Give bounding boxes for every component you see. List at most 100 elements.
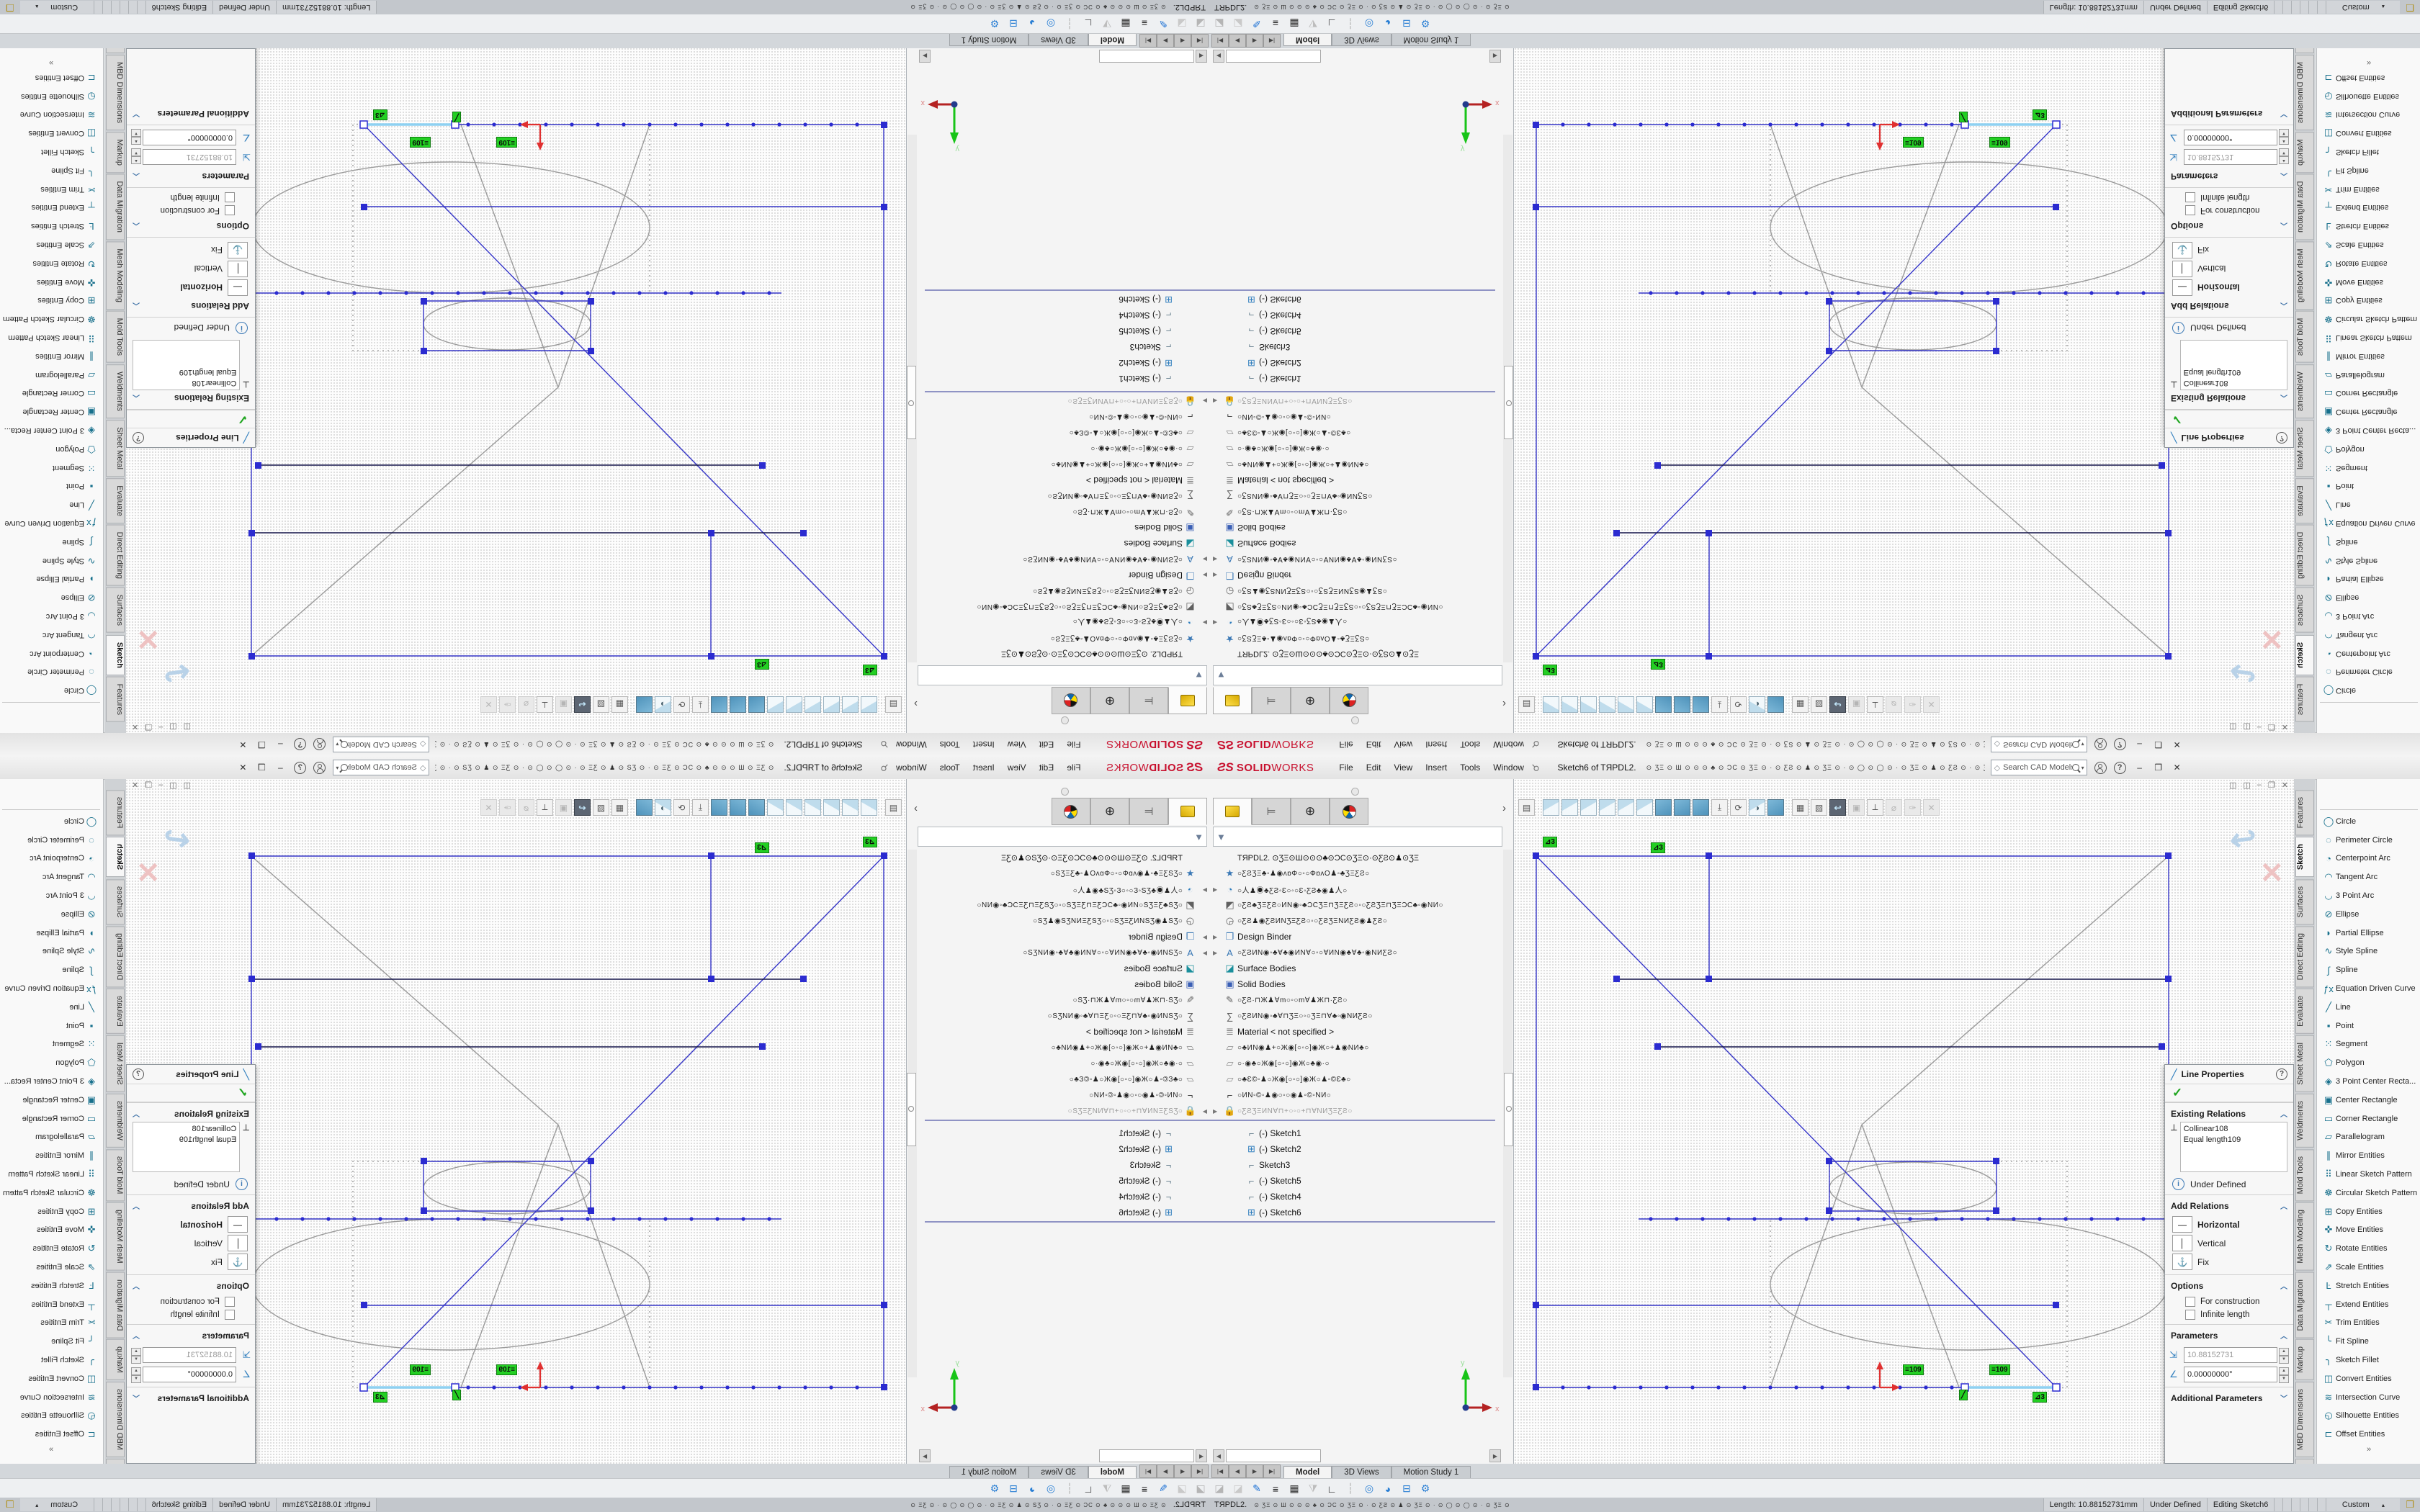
help-icon[interactable]: ? — [294, 762, 306, 774]
tree-row[interactable]: ▣ Solid Bodies — [1210, 976, 1501, 992]
tree-row[interactable]: TЯPDL2. ⊙ƷΞ⊙Ш⊙⊙⊙♣⊙ƆC⊙ƷΞ⊙·⊙ƸƧ⊙♟⊙ƷΞ — [1210, 850, 1501, 865]
menu-item[interactable]: Tools — [933, 760, 967, 775]
expand-arrow-icon[interactable]: ▶ — [1213, 572, 1222, 579]
tree-row[interactable]: ∑ ○ƸƧИN◉◦♣∀⊓ƷΞ○◦○ƷΞ⊓∀♣◦◉NИƸƧ○ — [919, 488, 1210, 504]
expand-arrow-icon[interactable]: ▶ — [1198, 1108, 1207, 1115]
relation-badge[interactable]: ╱ — [452, 1390, 461, 1400]
restore-button[interactable]: ❐ — [252, 762, 271, 773]
tool-button[interactable]: ⬠ Polygon — [0, 1053, 103, 1072]
tool-button[interactable]: ╱ Line — [2317, 998, 2420, 1017]
menu-item[interactable]: Edit — [1033, 760, 1061, 775]
tool-button[interactable]: ◈ 3 Point Center Recta... — [2317, 1072, 2420, 1091]
command-tab[interactable]: Markup — [2295, 1339, 2314, 1380]
doc-window-button[interactable]: ◫ — [2229, 780, 2236, 790]
tree-row[interactable]: ▶ A ○ƸƧИN◉◦♣∀♣◉ИN∀○◦○∀ИN◉♣∀♣◦◉NИƸƧ○ — [919, 552, 1210, 567]
tree-row[interactable]: ▶ ◔ ○人♟◉♣ƸƧ◦Ɛ○◦○Ɛ◦ƸƧ♣◉♟人○ — [1210, 881, 1501, 897]
view-toolbar-icon[interactable]: ⟳ — [673, 696, 690, 713]
angle-spinner[interactable]: ▲▼ — [131, 130, 141, 145]
tree-row[interactable]: ⌐ (-) Sketch4 — [919, 1189, 1210, 1205]
markup-icon[interactable]: ∟ — [1322, 18, 1341, 30]
tool-button[interactable]: ▭ Corner Rectangle — [0, 384, 103, 402]
view-toolbar-icon[interactable] — [861, 799, 877, 816]
tool-button[interactable]: ╮ Sketch Fillet — [2317, 1351, 2420, 1369]
tool-button[interactable]: ↻ Rotate Entities — [0, 1239, 103, 1258]
additional-parameters-header[interactable]: Additional Parameters﹀ — [127, 1387, 255, 1406]
relation-item[interactable]: Collinear108 — [2184, 1124, 2284, 1135]
command-tab[interactable]: Data Migration — [2295, 1272, 2314, 1338]
view-toolbar-icon[interactable] — [1599, 696, 1615, 713]
length-spinner[interactable]: ▲▼ — [131, 1348, 141, 1362]
tree-row[interactable]: ▶ ◔ ○人♟◉♣ƸƧ◦Ɛ○◦○Ɛ◦ƸƧ♣◉♟人○ — [919, 615, 1210, 631]
tree-row[interactable]: ⊞ (-) Sketch2 — [919, 355, 1210, 371]
view-toolbar-icon[interactable] — [1767, 696, 1784, 713]
markup-icon[interactable]: ◎ — [1041, 1482, 1060, 1495]
existing-relations-header[interactable]: Existing Relations︿ — [2165, 390, 2293, 409]
exit-sketch-corner-icon[interactable]: ↩ — [161, 653, 193, 693]
view-toolbar-icon[interactable]: ⌀ — [518, 696, 534, 713]
more-tools-icon[interactable]: » — [2317, 58, 2420, 67]
view-toolbar-icon[interactable] — [711, 799, 727, 816]
view-toolbar-icon[interactable]: ✑ — [499, 696, 516, 713]
view-toolbar-icon[interactable]: ⟂ — [537, 696, 553, 713]
relation-item[interactable]: Equal length109 — [136, 366, 236, 377]
view-toolbar-icon[interactable]: ▦ — [611, 799, 628, 816]
tab-propertymanager[interactable]: ⊨ — [1129, 798, 1168, 825]
tree-row[interactable]: ⌐ (-) Sketch1 — [919, 1125, 1210, 1141]
markup-icon[interactable]: ▦ — [1116, 1482, 1135, 1495]
view-tab[interactable]: Motion Study 1 — [1392, 1466, 1471, 1478]
tree-row[interactable]: TЯPDL2. ⊙ƷΞ⊙Ш⊙⊙⊙♣⊙ƆC⊙ƷΞ⊙·⊙ƸƧ⊙♟⊙ƷΞ — [919, 850, 1210, 865]
tool-button[interactable]: ◌ Perimeter Circle — [0, 831, 103, 850]
markup-icon[interactable]: ◎ — [1360, 1482, 1379, 1495]
tool-button[interactable]: ⬠ Polygon — [2317, 440, 2420, 459]
tool-button[interactable]: ◵ Silhouette Entities — [2317, 1407, 2420, 1426]
restore-button[interactable]: ❐ — [2149, 762, 2168, 773]
tree-row[interactable]: ✎ ○ƸƧ·⊓Ж♟∀m○◦○m∀♟Ж⊓·ƸƧ○ — [1210, 992, 1501, 1008]
view-tab[interactable]: 3D Views — [1028, 1466, 1088, 1478]
tool-button[interactable]: ∥ Mirror Entities — [2317, 347, 2420, 366]
options-header[interactable]: Options︿ — [2165, 218, 2293, 237]
tree-row[interactable]: ◪ Surface Bodies — [1210, 960, 1501, 976]
view-toolbar-icon[interactable] — [1599, 799, 1615, 816]
markup-icon[interactable]: ⊟ — [1397, 17, 1416, 30]
tool-button[interactable]: ◔ Centerpoint Arc — [0, 644, 103, 663]
tree-row[interactable]: ⊞ (-) Sketch2 — [919, 1141, 1210, 1157]
relation-item[interactable]: Collinear108 — [136, 1124, 236, 1135]
tool-button[interactable]: ⊞ Copy Entities — [0, 291, 103, 310]
tool-button[interactable]: ƒx Equation Driven Curve — [0, 514, 103, 533]
tree-filter-input[interactable]: ▼ — [918, 665, 1207, 685]
command-tab[interactable]: Direct Editing — [2295, 525, 2314, 586]
view-toolbar-icon[interactable] — [1543, 799, 1559, 816]
scroll-left-icon[interactable]: ◀ — [1196, 50, 1207, 63]
view-tab[interactable]: Model — [1088, 1466, 1137, 1478]
view-toolbar-icon[interactable] — [748, 696, 765, 713]
more-tools-icon[interactable]: » — [0, 1445, 103, 1454]
expand-arrow-icon[interactable]: ▶ — [1213, 398, 1222, 405]
command-tab[interactable]: Sheet Metal — [2295, 1035, 2314, 1092]
view-toolbar-icon[interactable]: ✑ — [1904, 799, 1921, 816]
tool-button[interactable]: ∿ Style Spline — [0, 942, 103, 961]
search-input[interactable]: ◇ Search CAD Models ▾ — [1991, 737, 2087, 752]
menu-item[interactable]: Insert — [967, 760, 1001, 775]
tree-row[interactable]: ▣ Solid Bodies — [919, 976, 1210, 992]
ok-button[interactable]: ✓ — [127, 409, 255, 428]
tab-featuremanager-tree[interactable] — [1168, 798, 1207, 825]
view-toolbar-icon[interactable]: · — [1786, 800, 1790, 815]
tool-button[interactable]: ◌ Perimeter Circle — [2317, 831, 2420, 850]
additional-parameters-header[interactable]: Additional Parameters﹀ — [2165, 106, 2293, 125]
view-toolbar-icon[interactable] — [805, 799, 821, 816]
view-tab[interactable]: Model — [1283, 1466, 1332, 1478]
tree-row[interactable]: ▶ A ○ƸƧИN◉◦♣∀♣◉ИN∀○◦○∀ИN◉♣∀♣◦◉NИƸƧ○ — [1210, 945, 1501, 960]
relation-item[interactable]: Collinear108 — [136, 377, 236, 388]
doc-window-button[interactable]: – — [2257, 722, 2262, 732]
view-toolbar-icon[interactable]: ⌀ — [1886, 696, 1902, 713]
tab-configurations[interactable]: ⊕ — [1291, 798, 1330, 825]
account-icon[interactable] — [313, 739, 326, 751]
view-toolbar-icon[interactable] — [786, 696, 802, 713]
tab-propertymanager[interactable]: ⊨ — [1129, 687, 1168, 714]
length-spinner[interactable]: ▲▼ — [131, 150, 141, 164]
tool-button[interactable]: ↻ Rotate Entities — [2317, 1239, 2420, 1258]
tag-icon[interactable]: ❒ — [0, 1, 20, 13]
command-tab[interactable]: Mold Tools — [106, 1149, 125, 1201]
tool-button[interactable]: ⠿ Linear Sketch Pattern — [0, 328, 103, 347]
view-toolbar-icon[interactable] — [636, 799, 653, 816]
